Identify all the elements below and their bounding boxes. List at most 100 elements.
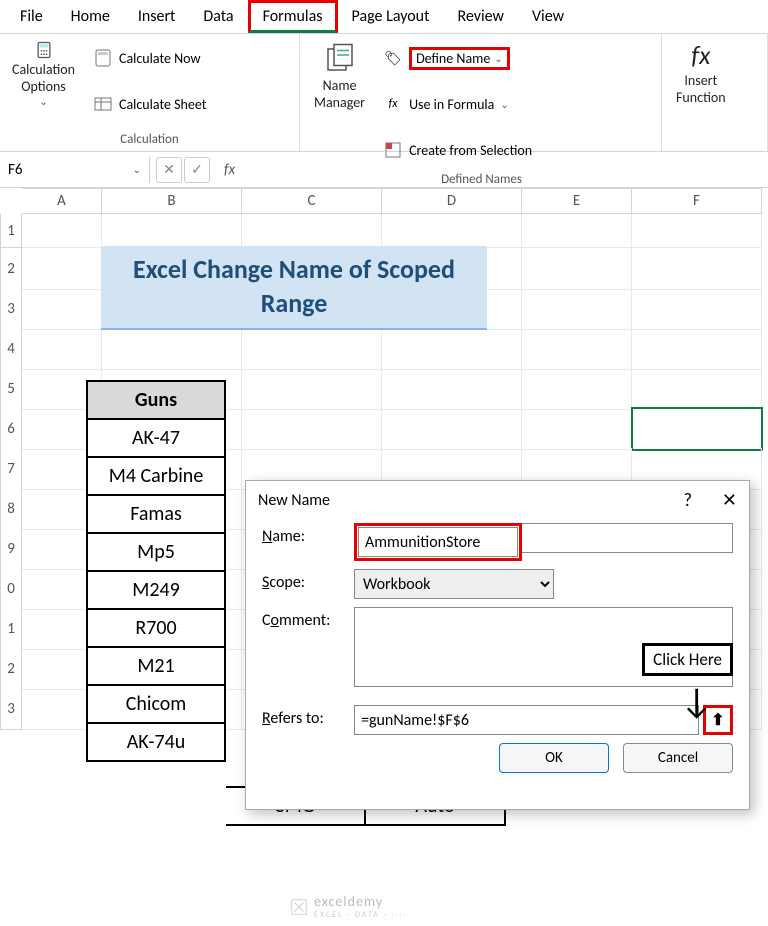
cell[interactable] xyxy=(522,248,632,290)
cell[interactable] xyxy=(522,328,632,370)
table-row[interactable]: M249 xyxy=(87,571,225,609)
table-row[interactable]: R700 xyxy=(87,609,225,647)
row-header[interactable]: 6 xyxy=(0,408,22,450)
column-header[interactable]: C xyxy=(242,188,382,214)
cancel-formula-button[interactable]: ✕ xyxy=(156,157,182,183)
chevron-down-icon: ⌄ xyxy=(500,98,508,111)
refers-to-input[interactable] xyxy=(354,705,699,735)
table-row[interactable]: AK-47 xyxy=(87,419,225,457)
menu-view[interactable]: View xyxy=(518,1,578,32)
calculate-sheet-icon xyxy=(93,94,113,114)
table-row[interactable]: Mp5 xyxy=(87,533,225,571)
cell[interactable] xyxy=(632,368,762,410)
cell[interactable] xyxy=(242,328,382,370)
calculation-options-button[interactable]: Calculation Options ⌄ xyxy=(8,38,79,110)
table-row[interactable]: M21 xyxy=(87,647,225,685)
cell[interactable] xyxy=(632,248,762,290)
menu-review[interactable]: Review xyxy=(443,1,518,32)
name-box[interactable]: F6 ⌄ xyxy=(0,157,150,183)
insert-function-label: Insert Function xyxy=(676,73,726,107)
menu-formulas[interactable]: Formulas xyxy=(248,0,338,33)
row-header[interactable]: 7 xyxy=(0,448,22,490)
table-row[interactable]: Famas xyxy=(87,495,225,533)
chevron-down-icon: ⌄ xyxy=(39,96,47,108)
scope-label: Scope: xyxy=(262,569,354,592)
cell[interactable] xyxy=(382,214,522,248)
cell[interactable] xyxy=(522,408,632,450)
refers-to-label: Refers to: xyxy=(262,705,354,728)
cell[interactable] xyxy=(22,248,102,290)
row-header[interactable]: 4 xyxy=(0,328,22,370)
name-manager-button[interactable]: Name Manager xyxy=(310,38,369,114)
cell[interactable] xyxy=(22,328,102,370)
use-in-formula-button[interactable]: fx Use in Formula ⌄ xyxy=(379,84,536,124)
row-header[interactable]: 2 xyxy=(0,648,22,690)
click-here-annotation: Click Here xyxy=(642,643,733,676)
calculation-group-label: Calculation xyxy=(8,130,291,149)
calc-options-label: Calculation Options xyxy=(12,62,75,96)
table-row[interactable]: AK-74u xyxy=(87,723,225,761)
ok-button[interactable]: OK xyxy=(499,743,609,773)
cancel-button[interactable]: Cancel xyxy=(623,743,733,773)
cell[interactable] xyxy=(382,408,522,450)
help-button[interactable]: ? xyxy=(684,489,692,511)
row-header[interactable]: 3 xyxy=(0,288,22,330)
name-input[interactable] xyxy=(358,527,518,557)
column-header[interactable]: B xyxy=(102,188,242,214)
cell[interactable] xyxy=(242,368,382,410)
row-header[interactable]: 0 xyxy=(0,568,22,610)
arrow-annotation: ↓ xyxy=(680,679,713,723)
close-button[interactable]: ✕ xyxy=(722,489,737,511)
row-header[interactable]: 1 xyxy=(0,214,22,248)
row-header[interactable]: 2 xyxy=(0,248,22,290)
watermark-sub: EXCEL · DATA · ···· xyxy=(314,910,407,920)
cell[interactable] xyxy=(382,328,522,370)
menu-insert[interactable]: Insert xyxy=(124,1,190,32)
cell[interactable] xyxy=(632,288,762,330)
comment-label: Comment: xyxy=(262,607,354,630)
cell[interactable] xyxy=(102,328,242,370)
column-header[interactable]: F xyxy=(632,188,762,214)
row-header[interactable]: 3 xyxy=(0,688,22,730)
calculate-now-button[interactable]: Calculate Now xyxy=(89,38,210,78)
menu-bar: File Home Insert Data Formulas Page Layo… xyxy=(0,0,768,34)
scope-select[interactable]: Workbook xyxy=(354,569,554,599)
column-header[interactable]: D xyxy=(382,188,522,214)
cell[interactable] xyxy=(102,214,242,248)
chevron-down-icon[interactable]: ⌄ xyxy=(133,163,141,176)
cell[interactable] xyxy=(242,214,382,248)
row-header[interactable]: 9 xyxy=(0,528,22,570)
name-manager-label: Name Manager xyxy=(314,78,365,112)
cell[interactable] xyxy=(522,288,632,330)
cell[interactable] xyxy=(382,368,522,410)
menu-file[interactable]: File xyxy=(6,1,57,32)
cell[interactable] xyxy=(632,328,762,370)
menu-data[interactable]: Data xyxy=(189,1,247,32)
cell[interactable] xyxy=(632,408,762,450)
column-header[interactable]: A xyxy=(22,188,102,214)
table-row[interactable]: M4 Carbine xyxy=(87,457,225,495)
calculate-sheet-button[interactable]: Calculate Sheet xyxy=(89,84,210,124)
cell[interactable] xyxy=(22,288,102,330)
row-header[interactable]: 5 xyxy=(0,368,22,410)
cell[interactable] xyxy=(522,368,632,410)
table-row[interactable]: Chicom xyxy=(87,685,225,723)
menu-page-layout[interactable]: Page Layout xyxy=(338,1,444,32)
watermark-text: exceldemy xyxy=(314,893,383,910)
define-name-button[interactable]: 🏷 Define Name ⌄ xyxy=(379,38,536,78)
calculator-icon xyxy=(34,40,54,60)
insert-function-button[interactable]: fx Insert Function xyxy=(672,38,730,109)
menu-home[interactable]: Home xyxy=(57,1,124,32)
cell[interactable] xyxy=(522,214,632,248)
cell[interactable] xyxy=(632,214,762,248)
fx-icon: fx xyxy=(383,94,403,114)
enter-formula-button[interactable]: ✓ xyxy=(184,157,210,183)
cell[interactable] xyxy=(22,214,102,248)
name-manager-icon xyxy=(322,40,358,76)
sheet-title: Excel Change Name of Scoped Range xyxy=(101,246,487,330)
name-input-ext[interactable] xyxy=(522,523,733,553)
column-header[interactable]: E xyxy=(522,188,632,214)
row-header[interactable]: 1 xyxy=(0,608,22,650)
cell[interactable] xyxy=(242,408,382,450)
row-header[interactable]: 8 xyxy=(0,488,22,530)
